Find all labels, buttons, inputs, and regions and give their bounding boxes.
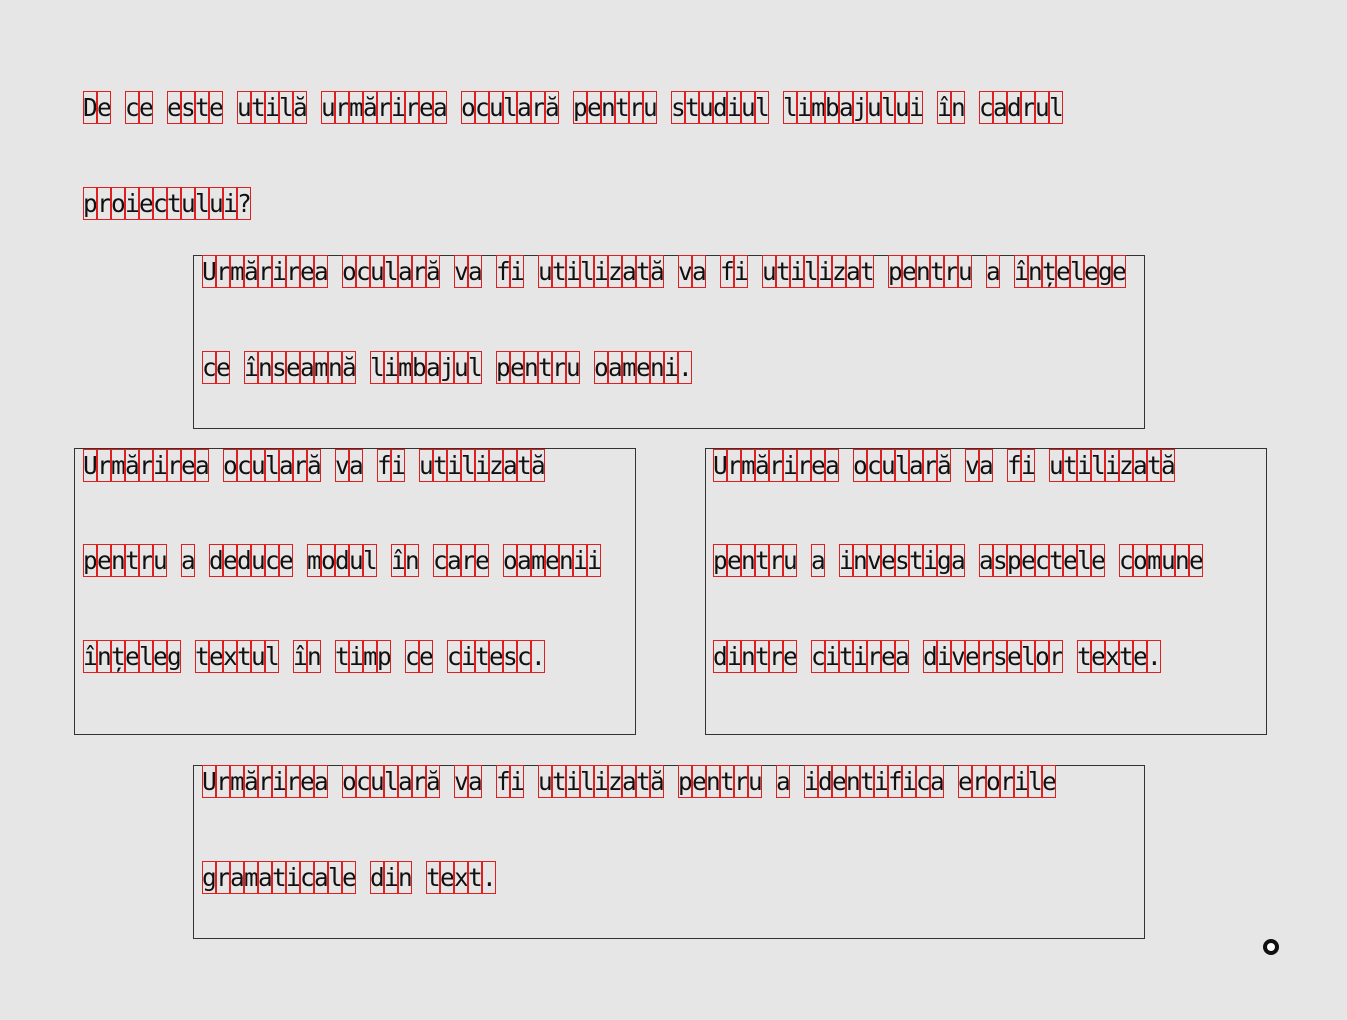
- option-line: pentru a deduce modul în care oamenii: [83, 544, 602, 577]
- question-line: proiectului?: [83, 187, 252, 220]
- option-line: înțeleg textul în timp ce citesc.: [83, 640, 546, 673]
- answer-option-3[interactable]: [705, 448, 1267, 735]
- question-line: De ce este utilă urmărirea oculară pentr…: [83, 91, 1064, 124]
- gaze-cursor-icon: [1263, 939, 1279, 955]
- option-line: Urmărirea oculară va fi utilizată: [83, 449, 546, 482]
- option-line: Urmărirea oculară va fi utilizată pentru…: [202, 765, 1057, 798]
- answer-option-2[interactable]: [74, 448, 636, 735]
- option-line: gramaticale din text.: [202, 861, 497, 894]
- option-line: Urmărirea oculară va fi utilizată: [713, 449, 1176, 482]
- option-line: Urmărirea oculară va fi utilizată va fi …: [202, 255, 1127, 288]
- option-line: dintre citirea diverselor texte.: [713, 640, 1162, 673]
- option-line: ce înseamnă limbajul pentru oameni.: [202, 351, 693, 384]
- option-line: pentru a investiga aspectele comune: [713, 544, 1204, 577]
